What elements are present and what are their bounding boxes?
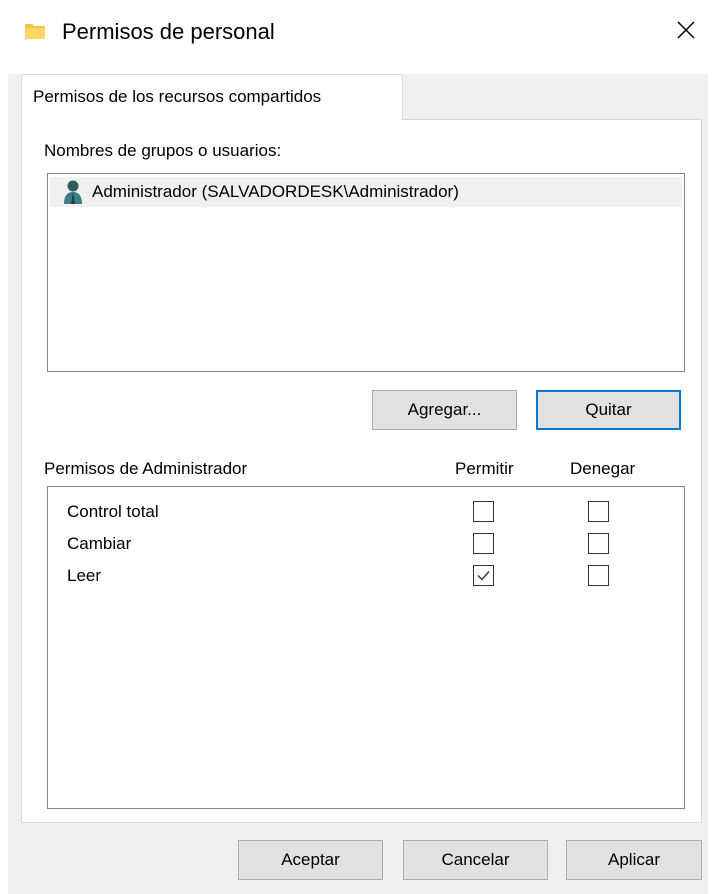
deny-checkbox-full-control[interactable] (588, 501, 609, 522)
user-name: Administrador (SALVADORDESK\Administrado… (92, 182, 459, 201)
remove-button[interactable]: Quitar (536, 390, 681, 430)
users-list[interactable]: Administrador (SALVADORDESK\Administrado… (47, 173, 685, 372)
permission-row-change: Cambiar (48, 529, 684, 559)
close-icon (676, 20, 696, 45)
folder-icon (24, 20, 46, 42)
add-button[interactable]: Agregar... (372, 390, 517, 430)
close-button[interactable] (664, 10, 708, 54)
permission-name: Cambiar (67, 534, 132, 553)
tab-panel: Nombres de grupos o usuarios: Administra… (21, 119, 702, 823)
permission-name: Leer (67, 566, 102, 585)
allow-column-header: Permitir (455, 459, 514, 478)
checkmark-icon (477, 571, 490, 581)
apply-button[interactable]: Aplicar (566, 840, 702, 880)
deny-checkbox-read[interactable] (588, 565, 609, 586)
deny-checkbox-change[interactable] (588, 533, 609, 554)
dialog-body: Permisos de los recursos compartidos Nom… (8, 74, 708, 894)
users-label: Nombres de grupos o usuarios: (44, 141, 282, 160)
ok-button[interactable]: Aceptar (238, 840, 383, 880)
cancel-button[interactable]: Cancelar (403, 840, 548, 880)
permissions-dialog: Permisos de personal Permisos de los rec… (0, 0, 716, 894)
list-item[interactable]: Administrador (SALVADORDESK\Administrado… (50, 177, 682, 207)
title-bar: Permisos de personal (0, 0, 716, 62)
allow-checkbox-read[interactable] (473, 565, 494, 586)
permission-row-read: Leer (48, 561, 684, 591)
permission-name: Control total (67, 502, 159, 521)
window-title: Permisos de personal (62, 19, 275, 44)
allow-checkbox-full-control[interactable] (473, 501, 494, 522)
permissions-label: Permisos de Administrador (44, 459, 248, 478)
allow-checkbox-change[interactable] (473, 533, 494, 554)
permission-row-full-control: Control total (48, 497, 684, 527)
deny-column-header: Denegar (570, 459, 636, 478)
user-icon (62, 179, 84, 205)
permissions-list: Control total Cambiar Leer (47, 486, 685, 809)
tab-shared-resource-permissions[interactable]: Permisos de los recursos compartidos (21, 74, 403, 120)
